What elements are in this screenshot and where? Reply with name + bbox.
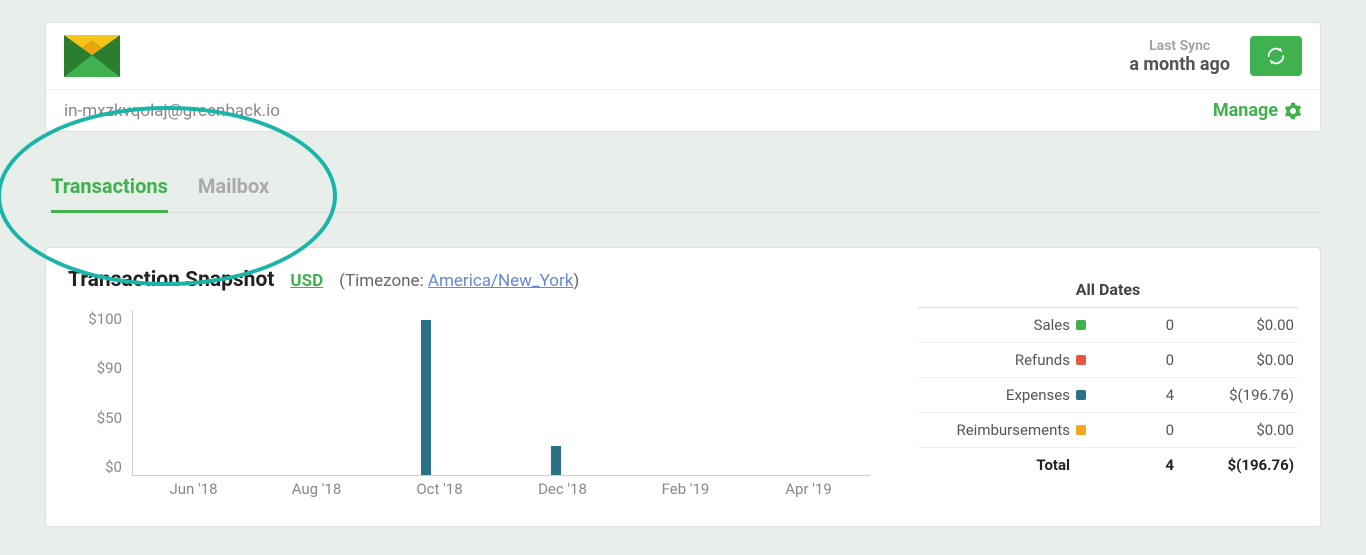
tabs: Transactions Mailbox	[45, 164, 1321, 213]
y-tick: $90	[68, 359, 122, 377]
snapshot-chart: $100 $90 $50 $0 Jun '18Aug '18Oct '18Dec '1…	[68, 310, 870, 500]
summary-title: All Dates	[918, 280, 1298, 308]
manage-link[interactable]: Manage	[1213, 100, 1302, 121]
summary-total-label: Total	[922, 456, 1076, 474]
y-tick: $50	[68, 409, 122, 427]
summary-row-amount: $(196.76)	[1174, 386, 1294, 404]
summary-row: Reimbursements 0$0.00	[918, 413, 1298, 448]
tab-transactions[interactable]: Transactions	[51, 164, 168, 213]
color-swatch	[1076, 390, 1086, 400]
tz-prefix: (Timezone:	[339, 271, 428, 291]
gear-icon	[1284, 102, 1302, 120]
account-email: in-mxzkvqolaj@greenback.io	[64, 101, 280, 121]
currency-link[interactable]: USD	[290, 271, 323, 291]
snapshot-title: Transaction Snapshot	[68, 268, 274, 292]
summary-row-count: 4	[1114, 386, 1174, 404]
tz-suffix: )	[573, 271, 579, 291]
summary-row-label: Reimbursements	[922, 421, 1076, 439]
sync-time: a month ago	[1129, 54, 1230, 75]
summary-total-row: Total 4$(196.76)	[918, 448, 1298, 482]
sync-info: Last Sync a month ago	[1129, 38, 1230, 75]
snapshot-card: Transaction Snapshot USD (Timezone: Amer…	[45, 247, 1321, 527]
summary-total-count: 4	[1114, 456, 1174, 474]
y-tick: $0	[68, 458, 122, 476]
mailbox-logo	[64, 35, 120, 77]
color-swatch	[1076, 320, 1086, 330]
summary-row: Refunds 0$0.00	[918, 343, 1298, 378]
tab-mailbox[interactable]: Mailbox	[198, 164, 269, 212]
sync-button[interactable]	[1250, 36, 1302, 76]
summary-row: Sales 0$0.00	[918, 308, 1298, 343]
summary-total-amount: $(196.76)	[1174, 456, 1294, 474]
x-tick: Aug '18	[255, 480, 378, 500]
x-tick: Dec '18	[501, 480, 624, 500]
summary-row-amount: $0.00	[1174, 316, 1294, 334]
summary-row-label: Sales	[922, 316, 1076, 334]
sync-label: Last Sync	[1129, 38, 1230, 54]
x-tick: Jun '18	[132, 480, 255, 500]
summary-row-label: Expenses	[922, 386, 1076, 404]
summary-row-amount: $0.00	[1174, 421, 1294, 439]
manage-label: Manage	[1213, 100, 1278, 121]
x-tick: Oct '18	[378, 480, 501, 500]
summary-row-count: 0	[1114, 351, 1174, 369]
chart-bar	[551, 446, 561, 475]
chart-bar	[421, 320, 431, 475]
summary-row-amount: $0.00	[1174, 351, 1294, 369]
header-card: Last Sync a month ago in-mxzkvqolaj@gree…	[45, 22, 1321, 132]
summary-row-count: 0	[1114, 316, 1174, 334]
x-tick: Apr '19	[747, 480, 870, 500]
x-tick: Feb '19	[624, 480, 747, 500]
color-swatch	[1076, 425, 1086, 435]
summary-row-label: Refunds	[922, 351, 1076, 369]
timezone-wrap: (Timezone: America/New_York)	[339, 271, 579, 291]
summary-row-count: 0	[1114, 421, 1174, 439]
timezone-link[interactable]: America/New_York	[428, 271, 573, 291]
summary-row: Expenses 4$(196.76)	[918, 378, 1298, 413]
refresh-icon	[1265, 45, 1287, 67]
y-tick: $100	[68, 310, 122, 328]
color-swatch	[1076, 355, 1086, 365]
